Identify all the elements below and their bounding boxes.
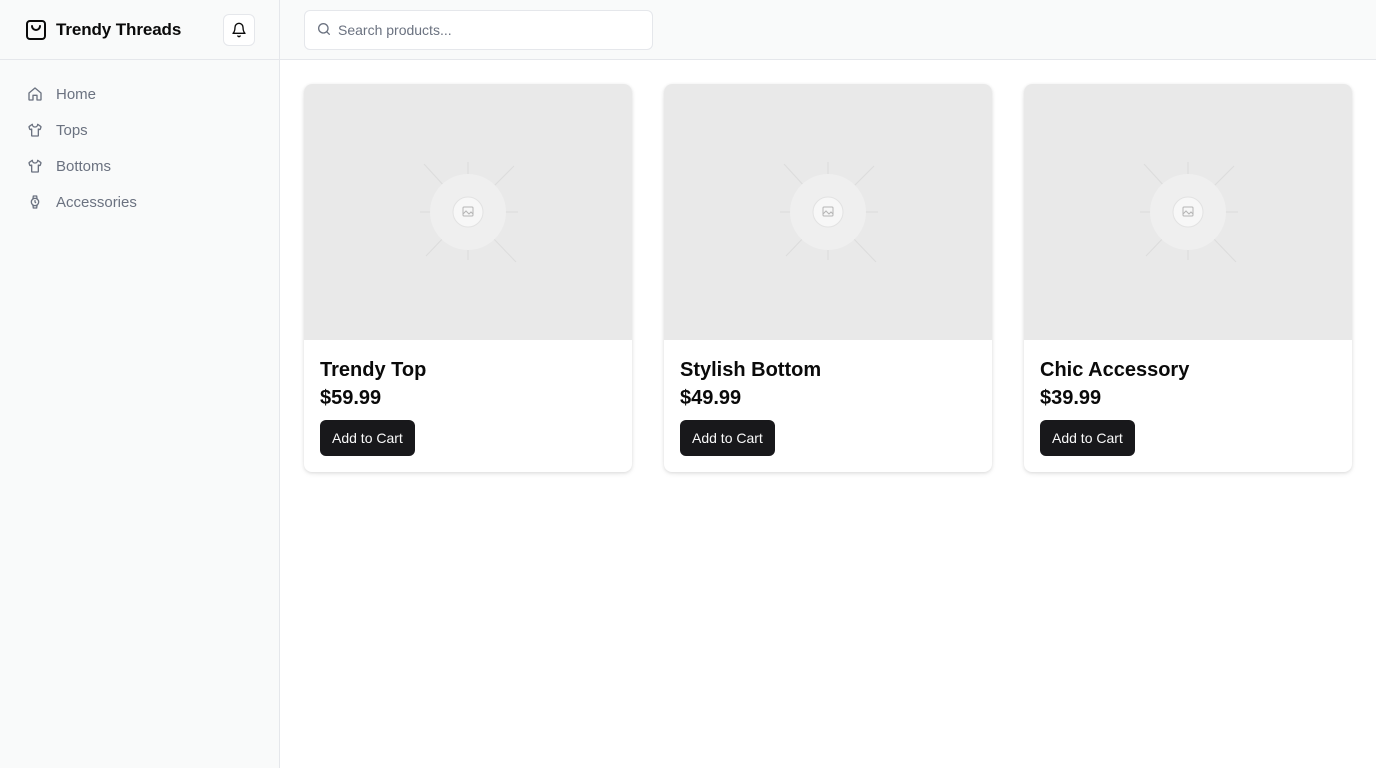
sidebar-item-bottoms[interactable]: Bottoms xyxy=(16,148,263,184)
sidebar-nav: Home Tops Bottoms Accessories xyxy=(0,60,279,220)
sidebar-item-tops[interactable]: Tops xyxy=(16,112,263,148)
search-icon xyxy=(316,21,332,37)
product-name[interactable]: Trendy Top xyxy=(320,356,616,384)
sidebar-item-accessories[interactable]: Accessories xyxy=(16,184,263,220)
home-icon xyxy=(27,86,43,102)
sidebar: Trendy Threads Home Tops Bottoms Accesso… xyxy=(0,0,280,768)
search-box[interactable] xyxy=(304,10,653,50)
image-placeholder-icon xyxy=(1140,162,1238,263)
top-bar xyxy=(280,0,1376,60)
shopping-bag-icon xyxy=(24,18,48,42)
add-to-cart-button[interactable]: Add to Cart xyxy=(1040,420,1135,456)
product-price: $49.99 xyxy=(680,387,742,409)
bell-icon xyxy=(231,22,247,38)
brand-name[interactable]: Trendy Threads xyxy=(56,20,181,40)
product-card: Chic Accessory $39.99 Add to Cart xyxy=(1024,84,1352,472)
product-image xyxy=(304,84,632,340)
sidebar-item-label: Tops xyxy=(56,121,88,139)
product-price: $59.99 xyxy=(320,387,382,409)
search-input[interactable] xyxy=(338,22,638,38)
watch-icon xyxy=(27,194,43,210)
shirt-icon xyxy=(27,158,43,174)
product-card: Trendy Top $59.99 Add to Cart xyxy=(304,84,632,472)
image-placeholder-icon xyxy=(780,162,878,263)
product-price: $39.99 xyxy=(1040,387,1102,409)
image-placeholder-icon xyxy=(420,162,518,263)
product-image xyxy=(1024,84,1352,340)
notifications-button[interactable] xyxy=(223,14,255,46)
sidebar-item-label: Home xyxy=(56,85,97,103)
add-to-cart-button[interactable]: Add to Cart xyxy=(320,420,415,456)
sidebar-item-label: Accessories xyxy=(56,193,137,211)
product-name[interactable]: Stylish Bottom xyxy=(680,356,976,384)
sidebar-item-home[interactable]: Home xyxy=(16,76,263,112)
add-to-cart-button[interactable]: Add to Cart xyxy=(680,420,775,456)
product-name[interactable]: Chic Accessory xyxy=(1040,356,1336,384)
product-card: Stylish Bottom $49.99 Add to Cart xyxy=(664,84,992,472)
product-image xyxy=(664,84,992,340)
sidebar-item-label: Bottoms xyxy=(56,157,112,175)
shirt-icon xyxy=(27,122,43,138)
brand-bar: Trendy Threads xyxy=(0,0,279,60)
